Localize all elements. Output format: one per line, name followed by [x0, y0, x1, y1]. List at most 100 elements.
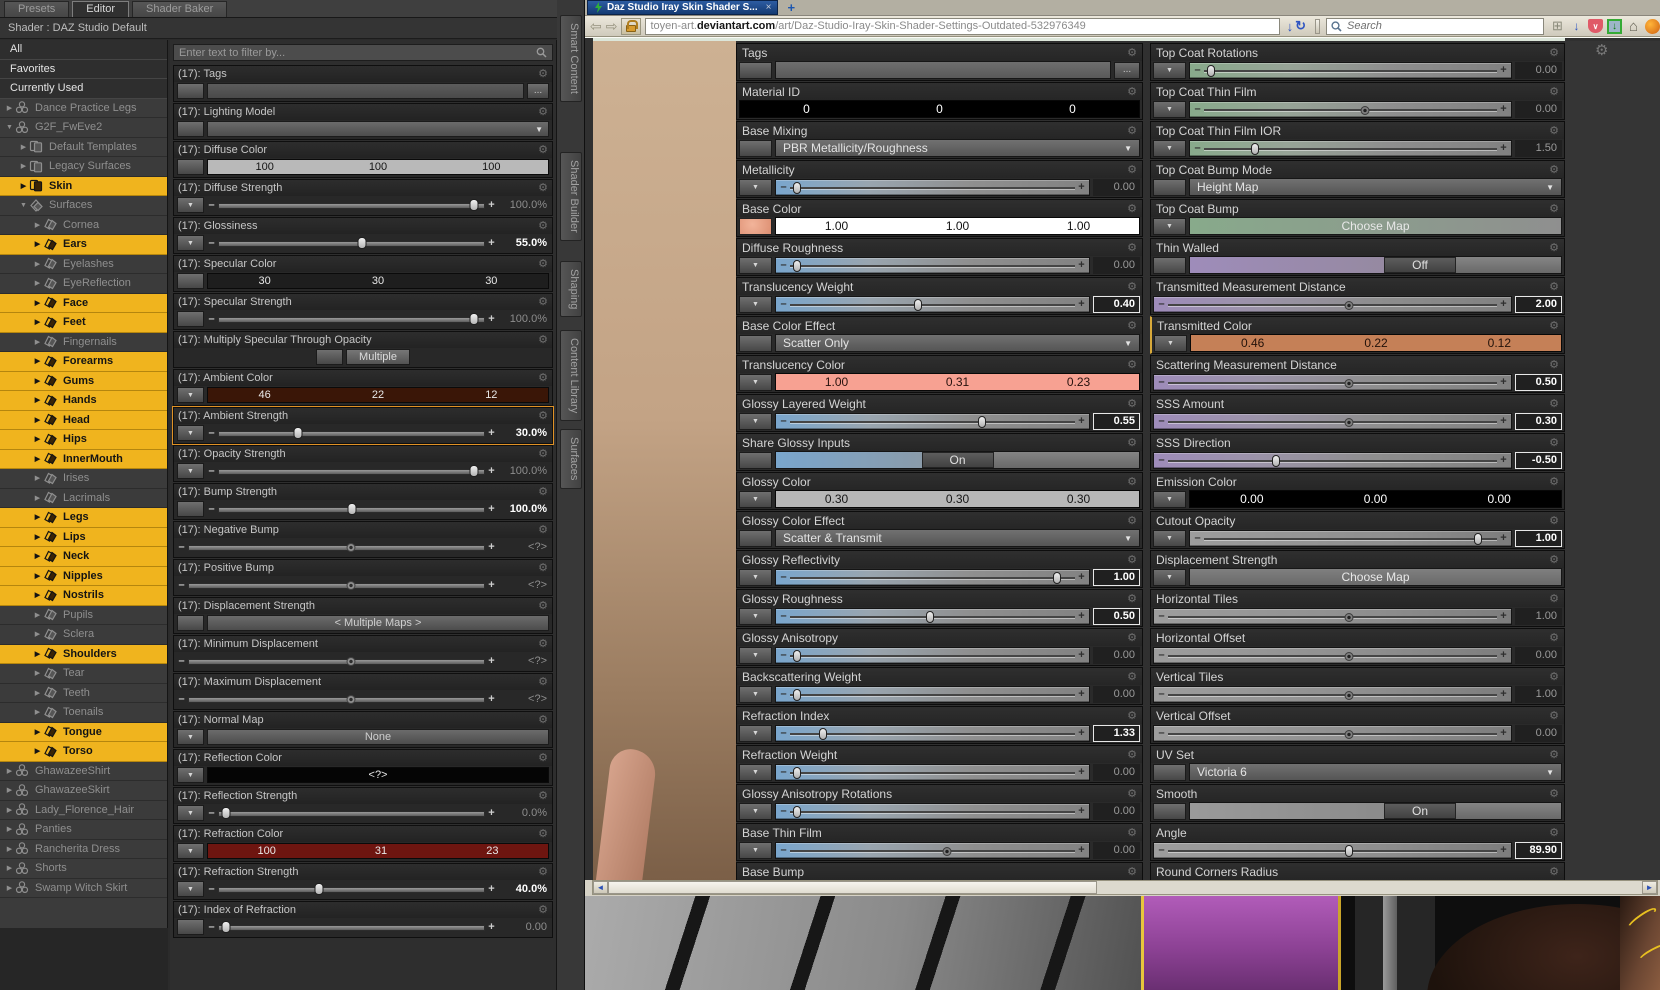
slider-track[interactable]: [1166, 843, 1499, 858]
minus-button[interactable]: –: [779, 727, 788, 739]
chevron-right-icon[interactable]: ▶: [4, 767, 15, 775]
color-channel-value[interactable]: 0.00: [1364, 492, 1387, 506]
gear-icon[interactable]: ⚙: [1127, 86, 1137, 97]
slider-bar[interactable]: – +: [775, 646, 1090, 664]
pane-tab-shader-builder[interactable]: Shader Builder: [560, 151, 582, 241]
sidebar-item-neck[interactable]: ▶ Neck: [0, 547, 167, 567]
slider-bar[interactable]: – +: [775, 724, 1090, 742]
slider-track[interactable]: [188, 654, 485, 668]
plus-button[interactable]: +: [487, 199, 496, 211]
param-value[interactable]: 0.55: [1093, 412, 1140, 430]
param-option-button[interactable]: ▼: [1153, 139, 1186, 157]
param-value[interactable]: 0.00: [1093, 763, 1140, 781]
plus-button[interactable]: +: [1499, 64, 1508, 76]
param-option-button[interactable]: [739, 334, 772, 352]
sidebar-item-tongue[interactable]: ▶ Tongue: [0, 722, 167, 742]
param-option-button[interactable]: ▼: [177, 387, 204, 403]
param-value[interactable]: 0.00: [1093, 685, 1140, 703]
slider-bar[interactable]: – +: [207, 882, 496, 896]
minus-button[interactable]: –: [177, 655, 186, 667]
adblock-shield-icon[interactable]: ∨: [1588, 19, 1603, 33]
multiple-button[interactable]: Multiple: [346, 349, 410, 365]
param-option-button[interactable]: [177, 919, 204, 935]
gear-icon[interactable]: ⚙: [1127, 593, 1137, 604]
param-value[interactable]: 100.0%: [499, 199, 549, 211]
gear-icon[interactable]: ⚙: [538, 221, 548, 232]
param-value[interactable]: 0.50: [1093, 607, 1140, 625]
filter-input[interactable]: Enter text to filter by...: [173, 44, 553, 61]
param-option-button[interactable]: ▼: [739, 646, 772, 664]
minus-button[interactable]: –: [1157, 376, 1166, 388]
plus-button[interactable]: +: [1499, 688, 1508, 700]
color-channel-value[interactable]: 1.00: [825, 375, 848, 389]
param-option-button[interactable]: ▼: [1153, 61, 1186, 79]
slider-track[interactable]: [788, 414, 1077, 429]
param-option-button[interactable]: ▼: [739, 802, 772, 820]
slider-bar[interactable]: – +: [1189, 61, 1512, 79]
slider-thumb[interactable]: [346, 543, 356, 552]
dropdown[interactable]: Victoria 6 ▼: [1189, 763, 1562, 781]
gear-icon[interactable]: ⚙: [1549, 710, 1559, 721]
gear-icon[interactable]: ⚙: [538, 373, 548, 384]
minus-button[interactable]: –: [779, 805, 788, 817]
slider-bar[interactable]: – +: [207, 920, 496, 934]
param-option-button[interactable]: ▼: [177, 881, 204, 897]
slider-thumb[interactable]: [1052, 571, 1061, 584]
chevron-right-icon[interactable]: ▶: [32, 435, 43, 443]
color-bar[interactable]: 0.30 0.30 0.30: [775, 490, 1140, 508]
sidebar-item-eyelashes[interactable]: ▶ Eyelashes: [0, 255, 167, 274]
map-button[interactable]: Choose Map: [1189, 217, 1562, 235]
slider-bar[interactable]: – +: [1189, 100, 1512, 118]
color-channel-value[interactable]: 22: [372, 389, 384, 401]
gear-icon[interactable]: ⚙: [1549, 788, 1559, 799]
slider-thumb[interactable]: [914, 298, 923, 311]
param-option-button[interactable]: ▼: [739, 295, 772, 313]
gear-icon[interactable]: ⚙: [538, 677, 548, 688]
param-option-button[interactable]: ▼: [739, 178, 772, 196]
gear-icon[interactable]: ⚙: [1549, 320, 1559, 331]
color-channel-value[interactable]: 0.46: [1241, 336, 1264, 350]
chevron-right-icon[interactable]: ▶: [32, 396, 43, 404]
minus-button[interactable]: –: [779, 688, 788, 700]
chevron-right-icon[interactable]: ▶: [32, 338, 43, 346]
gear-icon[interactable]: ⚙: [1127, 866, 1137, 877]
color-thumbnail[interactable]: [739, 217, 772, 235]
plus-button[interactable]: +: [1077, 688, 1086, 700]
slider-bar[interactable]: – +: [207, 312, 496, 326]
sidebar-item-teeth[interactable]: ▶ Teeth: [0, 684, 167, 703]
slider-thumb[interactable]: [1271, 454, 1280, 467]
color-channel-value[interactable]: 46: [259, 389, 271, 401]
forward-arrow-icon[interactable]: ⇨: [606, 19, 618, 33]
slider-bar[interactable]: – +: [207, 464, 496, 478]
param-option-button[interactable]: ▼: [1153, 100, 1186, 118]
slider-thumb[interactable]: [357, 237, 367, 249]
download-icon[interactable]: ↓: [1569, 19, 1584, 34]
param-option-button[interactable]: ▼: [1153, 217, 1186, 235]
param-value[interactable]: 40.0%: [499, 883, 549, 895]
minus-button[interactable]: –: [177, 579, 186, 591]
chevron-right-icon[interactable]: ▶: [32, 650, 43, 658]
slider-thumb[interactable]: [346, 657, 356, 666]
color-channel-value[interactable]: 0.31: [946, 375, 969, 389]
slider-track[interactable]: [218, 236, 485, 250]
minus-button[interactable]: –: [207, 465, 216, 477]
gear-icon[interactable]: ⚙: [538, 905, 548, 916]
slider-bar[interactable]: – +: [1153, 841, 1512, 859]
gear-icon[interactable]: ⚙: [1127, 242, 1137, 253]
slider-thumb[interactable]: [1344, 417, 1354, 427]
minus-button[interactable]: –: [1157, 649, 1166, 661]
param-option-button[interactable]: [177, 501, 204, 517]
gear-icon[interactable]: ⚙: [1549, 554, 1559, 565]
sidebar-item-surfaces[interactable]: ▼ Surfaces: [0, 196, 167, 216]
plus-button[interactable]: +: [1077, 727, 1086, 739]
sidebar-item-shoulders[interactable]: ▶ Shoulders: [0, 644, 167, 664]
minus-button[interactable]: –: [207, 503, 216, 515]
slider-thumb[interactable]: [792, 181, 801, 194]
param-option-button[interactable]: ▼: [739, 685, 772, 703]
param-value[interactable]: 0.00: [499, 921, 549, 933]
param-value[interactable]: 0.0%: [499, 807, 549, 819]
color-channel-value[interactable]: 31: [375, 845, 387, 857]
gear-icon[interactable]: ⚙: [538, 563, 548, 574]
color-channel-value[interactable]: 1.00: [825, 219, 848, 233]
map-button[interactable]: None: [207, 729, 549, 745]
